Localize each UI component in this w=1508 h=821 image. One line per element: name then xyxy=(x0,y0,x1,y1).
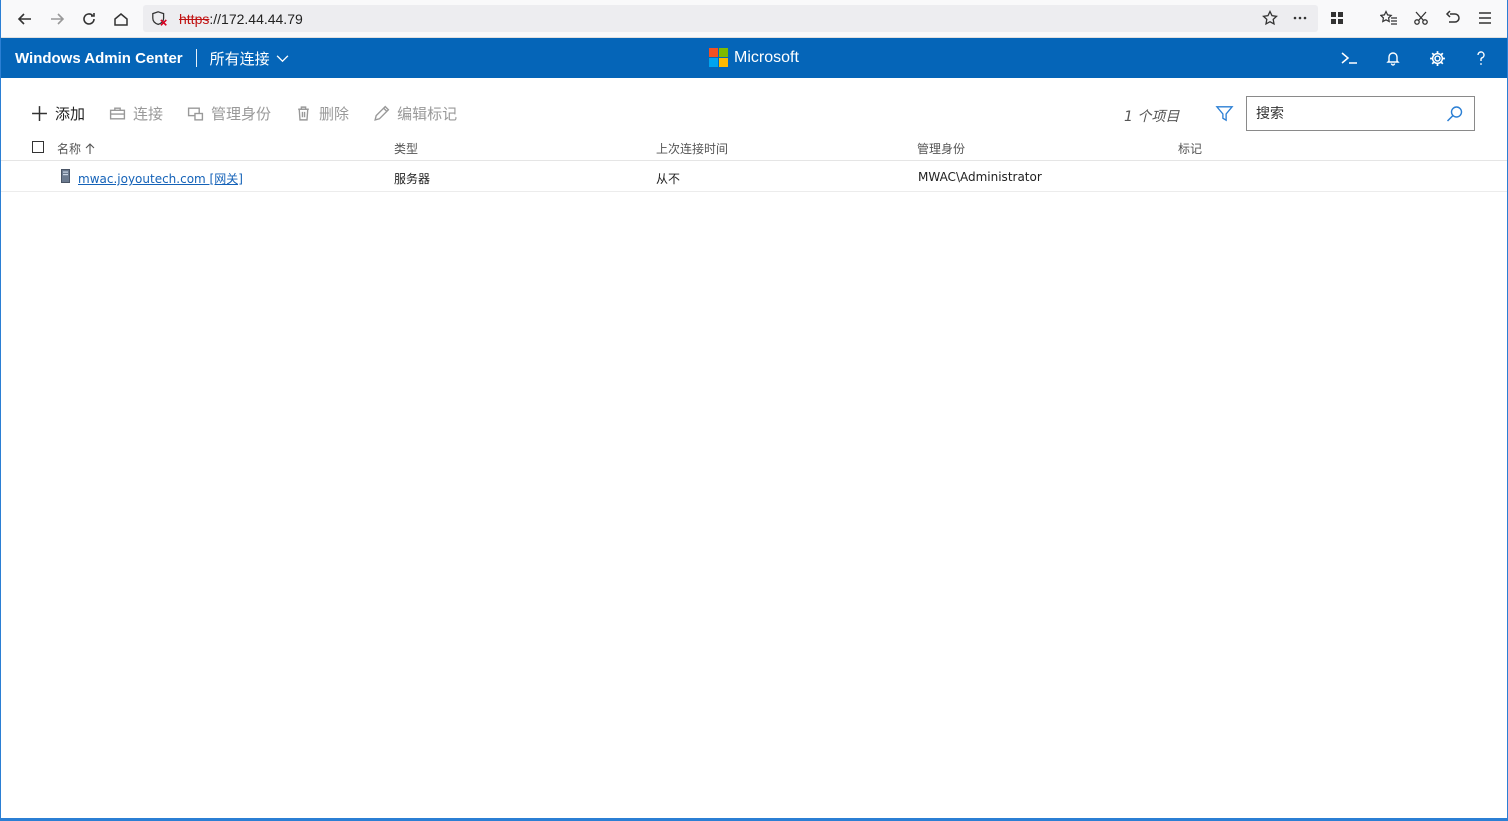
settings-gear-icon[interactable] xyxy=(1425,46,1449,70)
reload-icon[interactable] xyxy=(73,3,105,35)
sort-ascending-icon xyxy=(85,142,95,154)
connections-toolbar: 添加 连接 管理身份 删除 编辑标记 xyxy=(31,103,457,124)
item-count: 1 个项目 xyxy=(1124,109,1180,125)
bookmark-star-icon[interactable] xyxy=(1260,8,1280,28)
connections-label: 所有连接 xyxy=(209,49,270,68)
search-icon[interactable] xyxy=(1446,105,1464,123)
column-header-last-connected[interactable]: 上次连接时间 xyxy=(656,140,728,157)
app-header: Windows Admin Center 所有连接 Microsoft xyxy=(1,38,1507,78)
page-actions-icon[interactable] xyxy=(1290,8,1310,28)
briefcase-icon xyxy=(109,107,126,120)
url-scheme: https xyxy=(179,10,210,27)
search-box xyxy=(1246,96,1475,131)
table-header: 名称 类型 上次连接时间 管理身份 标记 xyxy=(1,136,1507,161)
home-icon[interactable] xyxy=(105,3,137,35)
browser-toolbar: https://172.44.44.79 xyxy=(1,0,1507,38)
server-name-link[interactable]: mwac.joyoutech.com [网关] xyxy=(78,170,243,187)
url-host: ://172.44.44.79 xyxy=(209,10,303,27)
edit-tags-label: 编辑标记 xyxy=(397,105,458,123)
credentials-icon xyxy=(187,107,204,121)
chevron-down-icon xyxy=(276,54,289,62)
notifications-bell-icon[interactable] xyxy=(1381,46,1405,70)
manage-as-label: 管理身份 xyxy=(211,105,272,123)
undo-icon[interactable] xyxy=(1441,6,1465,30)
column-name-label: 名称 xyxy=(57,142,82,156)
insecure-lock-icon[interactable] xyxy=(151,9,173,29)
powershell-icon[interactable] xyxy=(1337,46,1361,70)
address-bar[interactable]: https://172.44.44.79 xyxy=(143,5,1318,32)
back-icon[interactable] xyxy=(9,3,41,35)
microsoft-grid-icon xyxy=(709,48,728,67)
pencil-icon xyxy=(374,105,390,121)
app-title[interactable]: Windows Admin Center xyxy=(15,50,183,67)
select-all-checkbox[interactable] xyxy=(32,141,44,153)
add-label: 添加 xyxy=(55,105,86,123)
column-header-managed-as[interactable]: 管理身份 xyxy=(917,140,965,157)
manage-as-button[interactable]: 管理身份 xyxy=(187,103,271,124)
help-icon[interactable] xyxy=(1469,46,1493,70)
delete-label: 删除 xyxy=(319,105,350,123)
screenshot-icon[interactable] xyxy=(1409,6,1433,30)
favorites-icon[interactable] xyxy=(1377,6,1401,30)
connections-table: 名称 类型 上次连接时间 管理身份 标记 mwac.joyoutech.com … xyxy=(1,136,1507,192)
column-header-type[interactable]: 类型 xyxy=(394,140,418,157)
url-text[interactable]: https://172.44.44.79 xyxy=(179,11,303,27)
add-button[interactable]: 添加 xyxy=(31,103,85,124)
last-connected: 从不 xyxy=(656,172,681,186)
extensions-grid-icon[interactable] xyxy=(1325,6,1349,30)
connect-label: 连接 xyxy=(133,105,164,123)
edit-tags-button[interactable]: 编辑标记 xyxy=(373,103,457,124)
filter-icon[interactable] xyxy=(1215,104,1235,124)
connections-dropdown[interactable]: 所有连接 xyxy=(210,48,289,69)
forward-icon[interactable] xyxy=(41,3,73,35)
column-header-name[interactable]: 名称 xyxy=(57,140,95,157)
connect-button[interactable]: 连接 xyxy=(109,103,163,124)
menu-icon[interactable] xyxy=(1473,6,1497,30)
server-type: 服务器 xyxy=(394,172,431,186)
plus-icon xyxy=(32,106,47,121)
delete-button[interactable]: 删除 xyxy=(295,103,349,124)
header-divider xyxy=(195,49,197,67)
brand-label: Microsoft xyxy=(734,48,799,66)
managed-as: MWAC\Administrator xyxy=(918,170,1042,184)
search-input[interactable] xyxy=(1256,105,1436,122)
table-row[interactable]: mwac.joyoutech.com [网关] 服务器 从不 MWAC\Admi… xyxy=(1,161,1507,192)
microsoft-logo: Microsoft xyxy=(709,48,799,67)
trash-icon xyxy=(298,106,309,121)
server-icon xyxy=(61,169,70,183)
column-header-tags[interactable]: 标记 xyxy=(1178,140,1202,157)
